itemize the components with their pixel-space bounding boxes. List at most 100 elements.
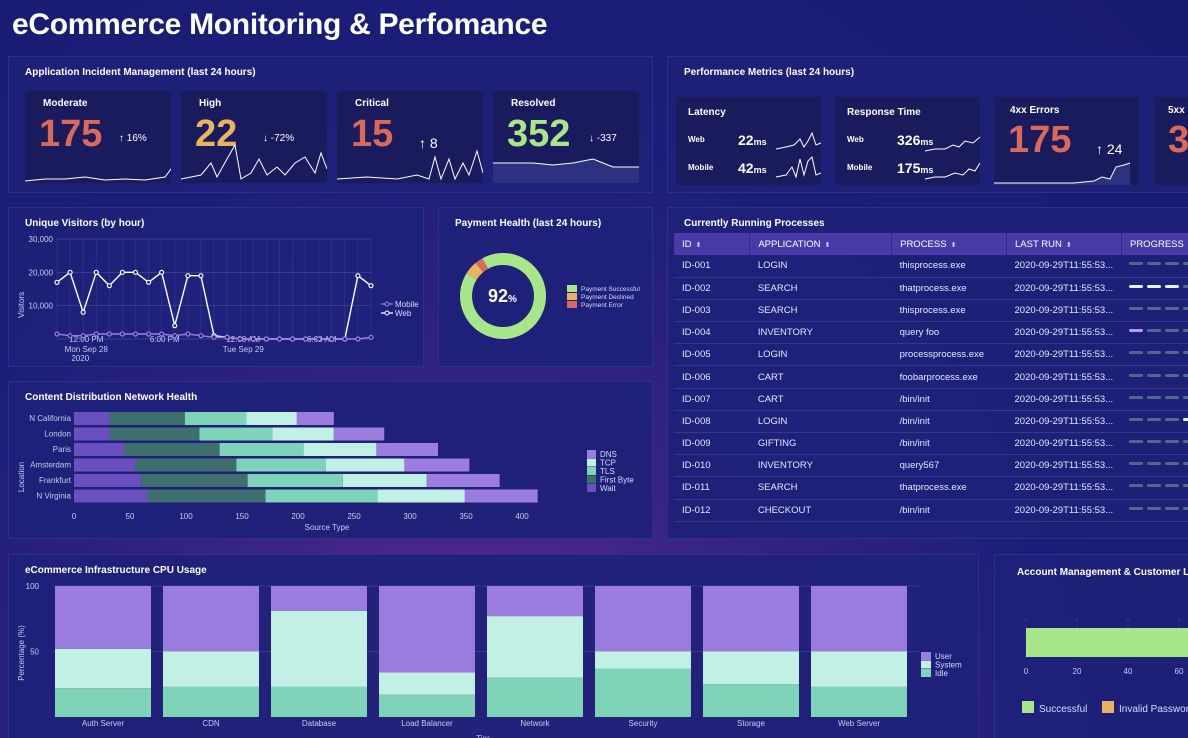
cpu-bar-system[interactable] [271, 610, 367, 687]
data-point[interactable] [355, 273, 361, 279]
cpu-bar-user[interactable] [595, 586, 691, 652]
cpu-bar-idle[interactable] [811, 686, 907, 717]
cdn-bar-first-byte[interactable] [147, 489, 266, 503]
cpu-bar-idle[interactable] [55, 688, 151, 717]
data-point[interactable] [159, 269, 165, 275]
cdn-bar-wait[interactable] [74, 489, 148, 503]
data-point[interactable] [368, 283, 374, 289]
response-time-card[interactable]: Response Time Web 326ms Mobile 175ms [835, 97, 980, 185]
cdn-bar-tcp[interactable] [272, 427, 334, 441]
cdn-bar-wait[interactable] [74, 443, 125, 456]
cdn-bar-dns[interactable] [333, 427, 385, 441]
incident-card-critical[interactable]: Critical 15 ↑ 8 [337, 91, 483, 183]
cpu-bar-system[interactable] [379, 672, 475, 695]
cpu-bar-idle[interactable] [595, 668, 691, 717]
cdn-bar-dns[interactable] [404, 458, 470, 472]
cdn-bar-tcp[interactable] [326, 458, 405, 472]
cpu-bar-user[interactable] [811, 586, 907, 652]
cdn-bar-dns[interactable] [376, 443, 438, 456]
table-row[interactable]: ID-010 INVENTORY query567 2020-09-29T11:55:… [674, 454, 1188, 478]
cpu-bar-user[interactable] [487, 586, 583, 617]
cpu-bar-user[interactable] [55, 586, 151, 649]
cdn-bar-dns[interactable] [464, 489, 538, 503]
incident-card-high[interactable]: High 22 ↓ -72% [181, 91, 327, 183]
table-row[interactable]: ID-001 LOGIN thisprocess.exe 2020-09-29T11:… [674, 255, 1188, 278]
cdn-bar-first-byte[interactable] [109, 427, 200, 441]
cdn-bar-wait[interactable] [74, 458, 136, 472]
data-point[interactable] [329, 336, 335, 342]
cpu-bar-idle[interactable] [271, 686, 367, 717]
data-point[interactable] [106, 283, 112, 289]
cdn-bar-first-byte[interactable] [109, 412, 185, 425]
errors-4xx-card[interactable]: 4xx Errors 175 ↑ 24 [994, 97, 1139, 185]
table-row[interactable]: ID-007 CART/bin/init 2020-09-29T11:55:53..… [674, 388, 1188, 411]
cdn-bar-first-byte[interactable] [135, 458, 237, 472]
cpu-bar-system[interactable] [703, 651, 799, 685]
cpu-bar-idle[interactable] [487, 677, 583, 717]
incident-card-moderate[interactable]: Moderate 175 ↑ 16% [25, 91, 171, 183]
cdn-bar-tcp[interactable] [303, 443, 377, 456]
data-point[interactable] [368, 334, 374, 340]
data-point[interactable] [93, 331, 99, 337]
cdn-bar-tls[interactable] [265, 489, 378, 503]
table-row[interactable]: ID-009 GIFTING/bin/init 2020-09-29T11:55:5… [674, 432, 1188, 456]
sort-icon[interactable]: ⬍ [951, 242, 957, 249]
cpu-bar-user[interactable] [703, 586, 799, 652]
data-point[interactable] [67, 333, 73, 339]
data-point[interactable] [276, 336, 283, 342]
cdn-bar-first-byte[interactable] [141, 474, 248, 487]
cpu-bar-user[interactable] [271, 586, 367, 611]
data-point[interactable] [198, 333, 204, 339]
cdn-bar-dns[interactable] [296, 412, 334, 425]
cdn-bar-tls[interactable] [184, 412, 247, 425]
incident-card-resolved[interactable]: Resolved 352 ↓ -337 [493, 91, 639, 183]
cdn-bar-wait[interactable] [74, 427, 110, 441]
column-header-process[interactable]: PROCESS ⬍ [891, 233, 1008, 255]
column-header-application[interactable]: APPLICATION ⬍ [749, 233, 893, 255]
table-row[interactable]: ID-002 SEARCH thatprocess.exe 2020-09-29T11… [674, 277, 1188, 300]
cdn-bar-first-byte[interactable] [124, 443, 220, 456]
cpu-bar-system[interactable] [595, 651, 691, 669]
table-row[interactable]: ID-005 LOGIN processprocess.exe 2020-09-29T… [674, 343, 1188, 367]
data-point[interactable] [237, 336, 243, 342]
cdn-bar-tls[interactable] [236, 458, 326, 472]
cpu-bar-user[interactable] [163, 586, 259, 652]
data-point[interactable] [119, 269, 126, 275]
data-point[interactable] [316, 336, 322, 342]
column-header-progress[interactable]: PROGRESS [1121, 233, 1188, 255]
cdn-bar-tls[interactable] [199, 427, 273, 441]
data-point[interactable] [80, 333, 86, 339]
table-row[interactable]: ID-004 INVENTORY query foo 2020-09-29T11:55… [674, 321, 1188, 345]
cpu-bar-idle[interactable] [703, 684, 799, 717]
data-point[interactable] [185, 273, 191, 279]
sort-icon[interactable]: ⬍ [824, 242, 830, 249]
table-row[interactable]: ID-006 CART foobarprocess.exe 2020-09-29T11… [674, 365, 1188, 389]
data-point[interactable] [224, 334, 230, 340]
donut-slice-declined[interactable] [466, 262, 484, 280]
data-point[interactable] [159, 331, 165, 337]
data-point[interactable] [67, 269, 73, 275]
data-point[interactable] [119, 331, 126, 337]
cdn-bar-tcp[interactable] [377, 489, 465, 503]
data-point[interactable] [263, 336, 269, 342]
cdn-bar-wait[interactable] [74, 474, 142, 487]
cpu-bar-user[interactable] [379, 586, 475, 673]
data-point[interactable] [145, 331, 152, 337]
data-point[interactable] [289, 336, 296, 342]
data-point[interactable] [198, 273, 204, 279]
data-point[interactable] [93, 269, 99, 275]
data-point[interactable] [106, 331, 112, 337]
cdn-bar-tls[interactable] [247, 474, 343, 487]
cpu-bar-system[interactable] [55, 648, 151, 689]
column-header-last-run[interactable]: LAST RUN ⬍ [1006, 233, 1122, 255]
data-point[interactable] [132, 269, 139, 275]
data-point[interactable] [185, 331, 191, 337]
data-point[interactable] [250, 336, 256, 342]
column-header-id[interactable]: ID ⬍ [674, 233, 751, 255]
cpu-bar-idle[interactable] [379, 694, 475, 717]
sort-icon[interactable]: ⬍ [1066, 242, 1072, 249]
cdn-bar-dns[interactable] [426, 474, 500, 487]
cdn-bar-wait[interactable] [74, 412, 110, 425]
data-point[interactable] [54, 279, 60, 285]
donut-slice-error[interactable] [475, 258, 489, 273]
